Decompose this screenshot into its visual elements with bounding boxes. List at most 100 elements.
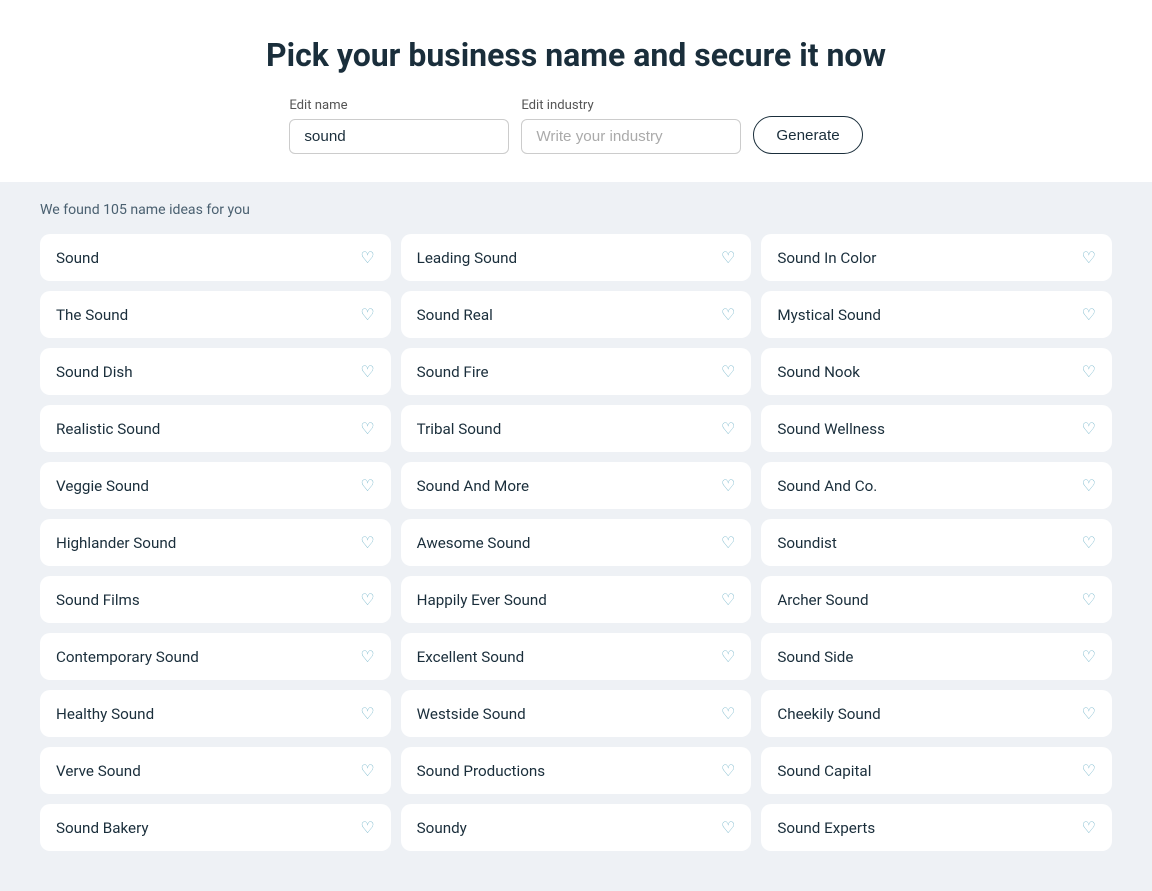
results-count: We found 105 name ideas for you	[40, 202, 1112, 218]
edit-name-group: Edit name	[289, 98, 509, 154]
name-card[interactable]: Cheekily Sound♡	[761, 690, 1112, 737]
heart-icon[interactable]: ♡	[1082, 248, 1096, 267]
name-text: Sound Productions	[417, 762, 545, 780]
name-text: Realistic Sound	[56, 420, 160, 438]
name-text: Awesome Sound	[417, 534, 531, 552]
name-text: Sound Nook	[777, 363, 860, 381]
edit-industry-input[interactable]	[521, 119, 741, 154]
name-card[interactable]: Awesome Sound ♡	[401, 519, 752, 566]
name-card[interactable]: Sound Experts ♡	[761, 804, 1112, 851]
name-text: Sound	[56, 249, 99, 267]
heart-icon[interactable]: ♡	[721, 419, 735, 438]
name-card[interactable]: Archer Sound ♡	[761, 576, 1112, 623]
name-text: Soundist	[777, 534, 837, 552]
heart-icon[interactable]: ♡	[721, 590, 735, 609]
names-grid: Sound♡Leading Sound♡Sound In Color♡The S…	[40, 234, 1112, 851]
heart-icon[interactable]: ♡	[721, 362, 735, 381]
name-text: Healthy Sound	[56, 705, 154, 723]
results-section: We found 105 name ideas for you Sound♡Le…	[0, 182, 1152, 891]
heart-icon[interactable]: ♡	[360, 704, 374, 723]
name-text: Leading Sound	[417, 249, 517, 267]
name-text: Contemporary Sound	[56, 648, 199, 666]
name-text: Veggie Sound	[56, 477, 149, 495]
name-card[interactable]: Happily Ever Sound ♡	[401, 576, 752, 623]
name-text: Mystical Sound	[777, 306, 881, 324]
name-text: Sound Films	[56, 591, 140, 609]
heart-icon[interactable]: ♡	[1082, 305, 1096, 324]
name-text: The Sound	[56, 306, 128, 324]
name-card[interactable]: Mystical Sound ♡	[761, 291, 1112, 338]
heart-icon[interactable]: ♡	[1082, 362, 1096, 381]
name-card[interactable]: Sound Side ♡	[761, 633, 1112, 680]
heart-icon[interactable]: ♡	[1082, 476, 1096, 495]
heart-icon[interactable]: ♡	[360, 305, 374, 324]
name-text: Excellent Sound	[417, 648, 525, 666]
name-text: Archer Sound	[777, 591, 868, 609]
name-card[interactable]: Sound Productions ♡	[401, 747, 752, 794]
name-card[interactable]: Sound Nook ♡	[761, 348, 1112, 395]
heart-icon[interactable]: ♡	[721, 248, 735, 267]
edit-industry-label: Edit industry	[521, 98, 593, 113]
heart-icon[interactable]: ♡	[360, 476, 374, 495]
name-card[interactable]: Sound ♡	[40, 234, 391, 281]
name-text: Sound Experts	[777, 819, 875, 837]
edit-name-label: Edit name	[289, 98, 347, 113]
name-text: Sound Real	[417, 306, 493, 324]
heart-icon[interactable]: ♡	[1082, 761, 1096, 780]
heart-icon[interactable]: ♡	[1082, 818, 1096, 837]
name-text: Sound Side	[777, 648, 853, 666]
name-card[interactable]: Soundist ♡	[761, 519, 1112, 566]
name-card[interactable]: Soundy ♡	[401, 804, 752, 851]
heart-icon[interactable]: ♡	[721, 818, 735, 837]
name-card[interactable]: Veggie Sound ♡	[40, 462, 391, 509]
name-card[interactable]: Westside Sound ♡	[401, 690, 752, 737]
heart-icon[interactable]: ♡	[1082, 704, 1096, 723]
heart-icon[interactable]: ♡	[721, 476, 735, 495]
heart-icon[interactable]: ♡	[1082, 590, 1096, 609]
heart-icon[interactable]: ♡	[360, 590, 374, 609]
name-text: Sound Dish	[56, 363, 133, 381]
name-card[interactable]: Sound And More ♡	[401, 462, 752, 509]
heart-icon[interactable]: ♡	[360, 362, 374, 381]
heart-icon[interactable]: ♡	[721, 305, 735, 324]
heart-icon[interactable]: ♡	[1082, 533, 1096, 552]
heart-icon[interactable]: ♡	[721, 704, 735, 723]
heart-icon[interactable]: ♡	[360, 248, 374, 267]
heart-icon[interactable]: ♡	[360, 761, 374, 780]
heart-icon[interactable]: ♡	[721, 533, 735, 552]
name-card[interactable]: The Sound ♡	[40, 291, 391, 338]
name-card[interactable]: Sound Real ♡	[401, 291, 752, 338]
heart-icon[interactable]: ♡	[360, 533, 374, 552]
edit-name-input[interactable]	[289, 119, 509, 154]
heart-icon[interactable]: ♡	[1082, 419, 1096, 438]
name-card[interactable]: Tribal Sound♡	[401, 405, 752, 452]
name-text: Verve Sound	[56, 762, 141, 780]
name-card[interactable]: Verve Sound ♡	[40, 747, 391, 794]
heart-icon[interactable]: ♡	[721, 647, 735, 666]
name-text: Happily Ever Sound	[417, 591, 547, 609]
generate-button[interactable]: Generate	[753, 116, 862, 154]
name-card[interactable]: Excellent Sound ♡	[401, 633, 752, 680]
name-card[interactable]: Healthy Sound ♡	[40, 690, 391, 737]
heart-icon[interactable]: ♡	[360, 419, 374, 438]
heart-icon[interactable]: ♡	[360, 647, 374, 666]
name-card[interactable]: Leading Sound ♡	[401, 234, 752, 281]
heart-icon[interactable]: ♡	[1082, 647, 1096, 666]
name-card[interactable]: Sound Dish ♡	[40, 348, 391, 395]
name-card[interactable]: Highlander Sound♡	[40, 519, 391, 566]
name-card[interactable]: Sound In Color♡	[761, 234, 1112, 281]
name-card[interactable]: Sound Films ♡	[40, 576, 391, 623]
name-text: Soundy	[417, 819, 467, 837]
name-card[interactable]: Contemporary Sound ♡	[40, 633, 391, 680]
heart-icon[interactable]: ♡	[721, 761, 735, 780]
name-card[interactable]: Sound Fire♡	[401, 348, 752, 395]
heart-icon[interactable]: ♡	[360, 818, 374, 837]
name-text: Sound Capital	[777, 762, 871, 780]
name-card[interactable]: Sound Bakery♡	[40, 804, 391, 851]
name-card[interactable]: Realistic Sound ♡	[40, 405, 391, 452]
name-text: Westside Sound	[417, 705, 526, 723]
name-text: Sound And More	[417, 477, 529, 495]
name-card[interactable]: Sound Wellness♡	[761, 405, 1112, 452]
name-card[interactable]: Sound Capital ♡	[761, 747, 1112, 794]
name-card[interactable]: Sound And Co.♡	[761, 462, 1112, 509]
